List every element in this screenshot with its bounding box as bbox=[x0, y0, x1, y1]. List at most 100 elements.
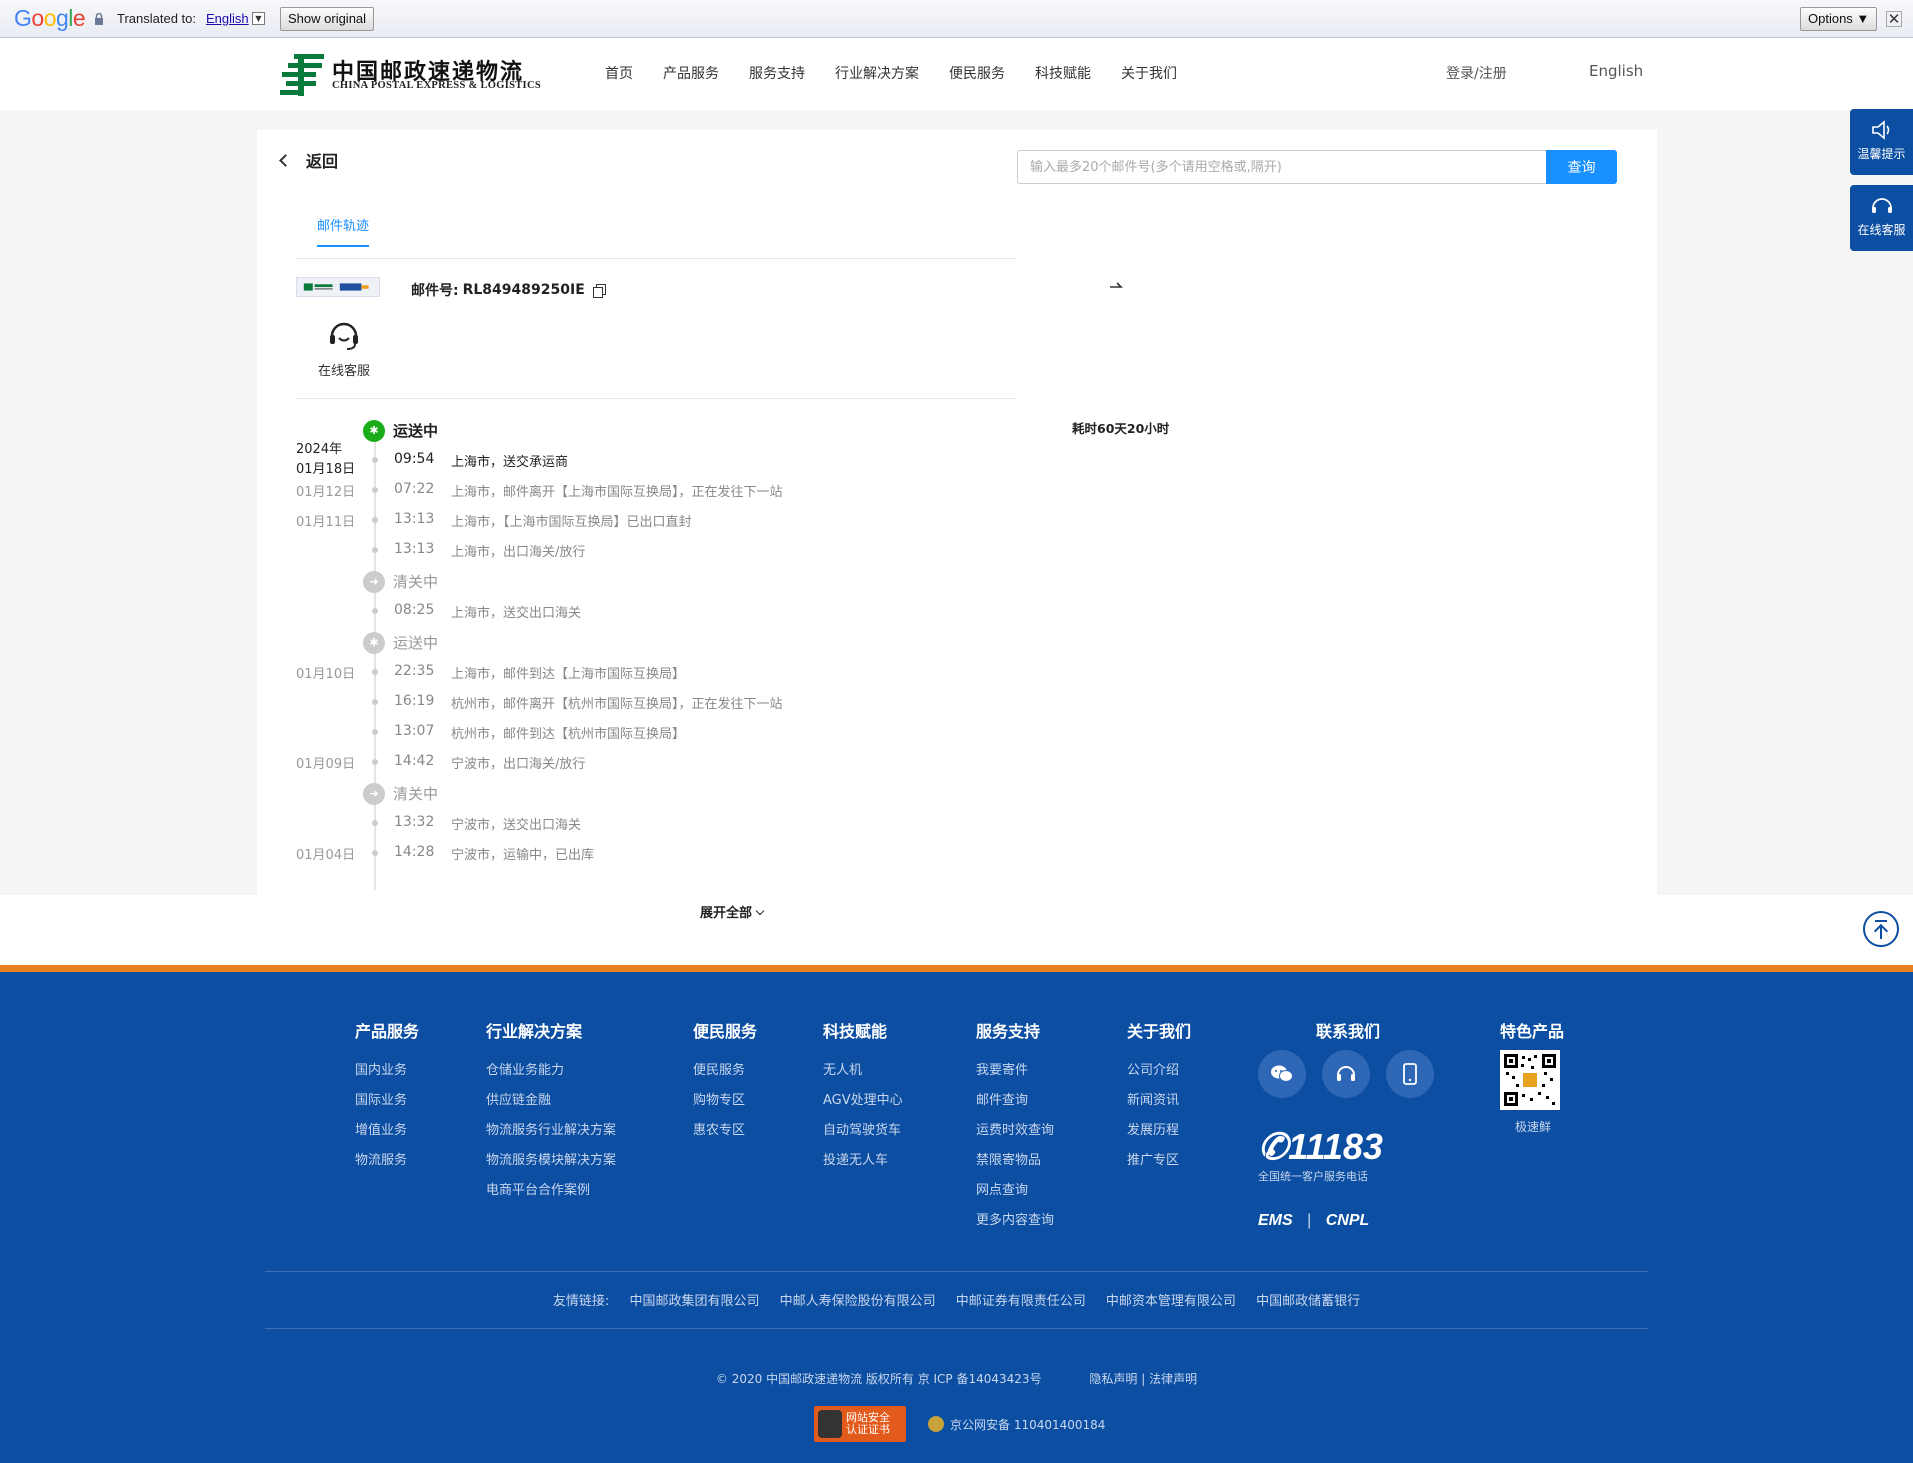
footer-link[interactable]: 增值业务 bbox=[355, 1116, 419, 1146]
footer-link[interactable]: 国际业务 bbox=[355, 1086, 419, 1116]
footer-divider bbox=[265, 1271, 1648, 1272]
event-date: 01月09日 bbox=[296, 757, 356, 772]
footer-link[interactable]: 国内业务 bbox=[355, 1056, 419, 1086]
footer-link[interactable]: 电商平台合作案例 bbox=[486, 1176, 616, 1206]
timeline-dot bbox=[372, 517, 378, 523]
timeline-dot bbox=[372, 820, 378, 826]
footer-column: 便民服务 便民服务 购物专区 惠农专区 bbox=[693, 1018, 757, 1146]
event-time: 13:13 bbox=[394, 541, 435, 557]
first-date-label: 01月18日 bbox=[296, 462, 356, 477]
site-footer: 产品服务 国内业务 国际业务 增值业务 物流服务 行业解决方案 仓储业务能力 供应链金融 物流服… bbox=[0, 972, 1913, 1463]
police-record[interactable]: 京公网安备 110401400184 bbox=[928, 1416, 1105, 1433]
nav-support[interactable]: 服务支持 bbox=[749, 63, 805, 83]
close-icon[interactable]: ✕ bbox=[1886, 11, 1902, 27]
event-date: 01月12日 bbox=[296, 485, 356, 500]
site-logo[interactable]: 中国邮政速递物流 CHINA POSTAL EXPRESS & LOGISTIC… bbox=[280, 52, 541, 98]
notice-float-button[interactable]: 温馨提示 bbox=[1850, 109, 1913, 175]
expand-all-button[interactable]: 展开全部 bbox=[700, 902, 765, 921]
headset-icon[interactable] bbox=[327, 318, 361, 352]
wechat-icon[interactable] bbox=[1258, 1050, 1306, 1098]
footer-link[interactable]: 投递无人车 bbox=[823, 1146, 903, 1176]
translate-bar: Google Translated to: English ▼ Show ori… bbox=[0, 0, 1913, 38]
options-button[interactable]: Options ▼ bbox=[1800, 7, 1878, 31]
security-badge-text: 网站安全 认证证书 bbox=[846, 1411, 890, 1436]
google-logo[interactable]: Google bbox=[14, 5, 86, 32]
china-post-ems-logo bbox=[296, 277, 380, 297]
footer-link[interactable]: 无人机 bbox=[823, 1056, 903, 1086]
headset-icon[interactable] bbox=[1322, 1050, 1370, 1098]
privacy-legal-links[interactable]: 隐私声明 | 法律声明 bbox=[1089, 1372, 1197, 1386]
footer-link[interactable]: 推广专区 bbox=[1127, 1146, 1191, 1176]
language-link[interactable]: English bbox=[206, 11, 249, 26]
footer-link[interactable]: 供应链金融 bbox=[486, 1086, 616, 1116]
footer-link[interactable]: 物流服务行业解决方案 bbox=[486, 1116, 616, 1146]
back-to-top-icon[interactable] bbox=[1863, 911, 1899, 947]
footer-link[interactable]: 仓储业务能力 bbox=[486, 1056, 616, 1086]
footer-link[interactable]: 网点查询 bbox=[976, 1176, 1054, 1206]
login-register-link[interactable]: 登录/注册 bbox=[1446, 63, 1507, 83]
event-time: 13:07 bbox=[394, 723, 435, 739]
friend-link[interactable]: 中邮证券有限责任公司 bbox=[956, 1294, 1086, 1309]
mail-number-search-input[interactable] bbox=[1017, 150, 1547, 184]
online-service-label[interactable]: 在线客服 bbox=[318, 360, 370, 379]
footer-link[interactable]: 便民服务 bbox=[693, 1056, 757, 1086]
footer-link[interactable]: 我要寄件 bbox=[976, 1056, 1054, 1086]
site-security-badge[interactable]: 网站安全 认证证书 bbox=[814, 1406, 906, 1442]
nav-home[interactable]: 首页 bbox=[605, 63, 633, 83]
footer-column-title: 便民服务 bbox=[693, 1022, 758, 1041]
nav-about[interactable]: 关于我们 bbox=[1121, 63, 1177, 83]
nav-convenience[interactable]: 便民服务 bbox=[949, 63, 1005, 83]
service-float-button[interactable]: 在线客服 bbox=[1850, 185, 1913, 251]
search-button[interactable]: 查询 bbox=[1546, 150, 1617, 184]
timeline-status-label: 清关中 bbox=[393, 573, 439, 591]
copy-icon[interactable] bbox=[592, 284, 606, 298]
language-dropdown-icon[interactable]: ▼ bbox=[252, 12, 265, 25]
event-time: 16:19 bbox=[394, 693, 435, 709]
nav-technology[interactable]: 科技赋能 bbox=[1035, 63, 1091, 83]
footer-link[interactable]: 邮件查询 bbox=[976, 1086, 1054, 1116]
nav-solutions[interactable]: 行业解决方案 bbox=[835, 63, 919, 83]
timeline-dot bbox=[372, 729, 378, 735]
show-original-button[interactable]: Show original bbox=[280, 7, 375, 31]
footer-contact-title: 联系我们 bbox=[1316, 1022, 1381, 1041]
year-label: 2024年 bbox=[296, 442, 343, 457]
footer-link[interactable]: 新闻资讯 bbox=[1127, 1086, 1191, 1116]
footer-link[interactable]: 自动驾驶货车 bbox=[823, 1116, 903, 1146]
english-link[interactable]: English bbox=[1589, 62, 1643, 80]
footer-link[interactable]: 物流服务 bbox=[355, 1146, 419, 1176]
nav-products[interactable]: 产品服务 bbox=[663, 63, 719, 83]
friend-link[interactable]: 中国邮政集团有限公司 bbox=[629, 1294, 759, 1309]
footer-link[interactable]: 购物专区 bbox=[693, 1086, 757, 1116]
hotline-description: 全国统一客户服务电话 bbox=[1258, 1170, 1368, 1183]
friend-link[interactable]: 中邮资本管理有限公司 bbox=[1106, 1294, 1236, 1309]
footer-link[interactable]: AGV处理中心 bbox=[823, 1086, 903, 1116]
back-button[interactable]: 返回 bbox=[277, 148, 338, 172]
chevron-down-icon bbox=[755, 906, 765, 916]
event-description: 上海市，邮件离开【上海市国际互换局】，正在发往下一站 bbox=[451, 485, 783, 500]
event-date: 01月10日 bbox=[296, 667, 356, 682]
event-description: 上海市，送交出口海关 bbox=[451, 606, 582, 621]
event-time: 08:25 bbox=[394, 602, 435, 618]
event-description: 宁波市，出口海关/放行 bbox=[451, 757, 586, 772]
friend-link[interactable]: 中国邮政储蓄银行 bbox=[1256, 1294, 1360, 1309]
share-arrow-icon[interactable] bbox=[1109, 280, 1123, 290]
footer-link[interactable]: 禁限寄物品 bbox=[976, 1146, 1054, 1176]
elapsed-time: 耗时60天20小时 bbox=[1072, 421, 1170, 436]
footer-link[interactable]: 发展历程 bbox=[1127, 1116, 1191, 1146]
footer-column: 产品服务 国内业务 国际业务 增值业务 物流服务 bbox=[355, 1018, 419, 1176]
hotline-value: 11183 bbox=[1288, 1126, 1383, 1167]
mobile-phone-icon[interactable] bbox=[1386, 1050, 1434, 1098]
footer-link[interactable]: 惠农专区 bbox=[693, 1116, 757, 1146]
cnpl-logo: CNPL bbox=[1325, 1212, 1370, 1229]
footer-link[interactable]: 公司介绍 bbox=[1127, 1056, 1191, 1086]
event-description: 上海市，【上海市国际互换局】已出口直封 bbox=[451, 515, 692, 530]
friend-links-label: 友情链接: bbox=[552, 1294, 610, 1309]
featured-product-label: 极速鲜 bbox=[1515, 1120, 1552, 1134]
friend-link[interactable]: 中邮人寿保险股份有限公司 bbox=[780, 1294, 936, 1309]
main-nav: 首页 产品服务 服务支持 行业解决方案 便民服务 科技赋能 关于我们 bbox=[605, 63, 1207, 83]
footer-link[interactable]: 物流服务模块解决方案 bbox=[486, 1146, 616, 1176]
footer-link[interactable]: 运费时效查询 bbox=[976, 1116, 1054, 1146]
footer-link[interactable]: 更多内容查询 bbox=[976, 1206, 1054, 1236]
event-description: 杭州市，邮件到达【杭州市国际互换局】 bbox=[451, 727, 686, 742]
tab-mail-track[interactable]: 邮件轨迹 bbox=[317, 215, 370, 247]
